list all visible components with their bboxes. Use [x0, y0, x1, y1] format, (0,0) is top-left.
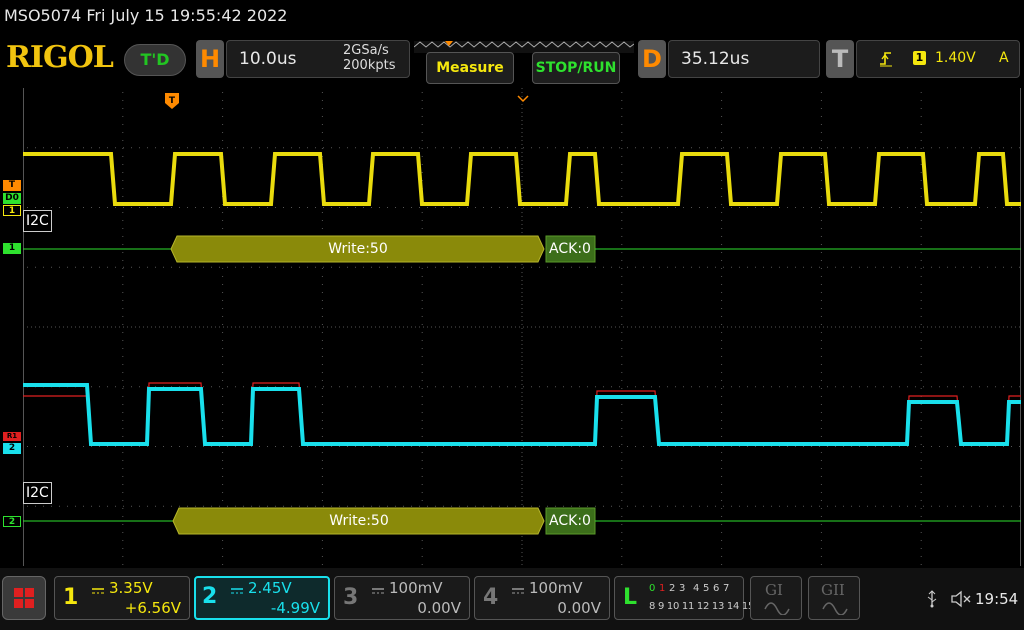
- generator1-label: GI: [765, 581, 783, 599]
- ref-marker[interactable]: R1: [3, 432, 21, 441]
- memory-depth: 200kpts: [343, 58, 396, 73]
- rigol-logo: RIGOL: [6, 40, 114, 75]
- dc-coupling-icon: [91, 581, 105, 600]
- d0-marker[interactable]: D0: [3, 193, 21, 204]
- ch3-settings[interactable]: 3 100mV 0.00V: [334, 576, 470, 620]
- sine-wave-icon: [822, 602, 848, 615]
- ch2-trace: [23, 383, 1021, 446]
- ch2-settings[interactable]: 2 2.45V -4.99V: [194, 576, 330, 620]
- horizontal-menu-button[interactable]: H: [196, 40, 224, 78]
- trigger-panel[interactable]: 1 1.40V A: [856, 40, 1020, 78]
- decode1-bus-label: I2C: [23, 210, 52, 232]
- ch1-scale: 3.35V: [109, 579, 153, 597]
- logic-channel-4: 4: [693, 583, 700, 594]
- logic-channels-row2: 8 9 10 11 12 13 14 15: [649, 601, 755, 612]
- trigger-source-badge: 1: [913, 51, 926, 65]
- dc-coupling-icon: [371, 581, 385, 600]
- ch1-offset: +6.56V: [124, 599, 181, 617]
- trigger-t-icon: T: [165, 93, 179, 109]
- ch4-number: 4: [483, 585, 499, 610]
- ch2-offset: -4.99V: [270, 599, 320, 617]
- generator2-label: GII: [821, 581, 845, 599]
- model-datetime: MSO5074 Fri July 15 19:55:42 2022: [4, 6, 288, 25]
- ch1-number: 1: [63, 585, 79, 610]
- speaker-muted-icon[interactable]: [950, 590, 972, 612]
- delay-menu-button[interactable]: D: [638, 40, 666, 78]
- logic-active-channels: 0: [649, 583, 656, 594]
- ch3-number: 3: [343, 585, 359, 610]
- ch1-trace: [23, 152, 1021, 206]
- measure-button[interactable]: Measure: [426, 52, 514, 84]
- dc-coupling-icon: [511, 581, 525, 600]
- trigger-level-marker[interactable]: T: [3, 180, 21, 191]
- delay-panel[interactable]: 35.12us: [668, 40, 820, 78]
- usb-icon: [926, 590, 938, 612]
- trigger-mode: A: [999, 50, 1009, 66]
- decode2-bus-label: I2C: [23, 482, 52, 504]
- logic-letter: L: [623, 585, 638, 610]
- decode1-marker[interactable]: 1: [3, 243, 21, 254]
- title-bar: MSO5074 Fri July 15 19:55:42 2022: [0, 0, 1024, 32]
- svg-text:T: T: [169, 96, 176, 106]
- main-menu-button[interactable]: [2, 576, 46, 620]
- sample-rate: 2GSa/s: [343, 43, 389, 58]
- stop-run-button[interactable]: STOP/RUN: [532, 52, 620, 84]
- ch1-settings[interactable]: 1 3.35V +6.56V: [54, 576, 190, 620]
- logic-channel-6: 6: [713, 583, 720, 594]
- ch4-scale: 100mV: [529, 579, 583, 597]
- delay-value: 35.12us: [681, 49, 750, 69]
- decode1-packet-write[interactable]: Write:50: [172, 240, 544, 258]
- trigger-level: 1.40V: [935, 50, 976, 66]
- ch2-number: 2: [202, 584, 218, 609]
- waveform-traces: [23, 152, 1021, 535]
- dc-coupling-icon: [230, 581, 244, 600]
- logic-channel-2: 2: [669, 583, 676, 594]
- ch4-settings[interactable]: 4 100mV 0.00V: [474, 576, 610, 620]
- menu-grid-icon: [14, 588, 34, 608]
- trigger-time-marker[interactable]: T: [165, 93, 179, 113]
- ch3-offset: 0.00V: [417, 599, 461, 617]
- center-marker-icon: [517, 88, 529, 107]
- logic-channel-3: 3: [679, 583, 686, 594]
- decode2-marker[interactable]: 2: [3, 516, 21, 527]
- ref-trace: [23, 382, 1021, 445]
- generator2-button[interactable]: GII: [808, 576, 860, 620]
- horizontal-panel[interactable]: 10.0us 2GSa/s 200kpts: [226, 40, 410, 78]
- ch1-marker[interactable]: 1: [3, 205, 21, 216]
- logic-channel-7: 7: [723, 583, 730, 594]
- decode1-packet-ack[interactable]: ACK:0: [545, 240, 595, 258]
- ch4-offset: 0.00V: [557, 599, 601, 617]
- logic-analyzer-settings[interactable]: L 0 1 2 3 4 5 6 7 8 9 10 11 12 13 14 15: [614, 576, 754, 620]
- generator1-button[interactable]: GI: [750, 576, 802, 620]
- decode2-packet-ack[interactable]: ACK:0: [545, 512, 595, 530]
- ch2-scale: 2.45V: [248, 579, 292, 597]
- ch3-scale: 100mV: [389, 579, 443, 597]
- logic-channel-5: 5: [703, 583, 710, 594]
- ch2-marker[interactable]: 2: [3, 443, 21, 454]
- clock: 19:54: [975, 590, 1019, 608]
- trigger-status-badge[interactable]: T'D: [124, 44, 186, 76]
- logic-active-channel-1: 1: [659, 583, 666, 594]
- timebase-value: 10.0us: [239, 49, 297, 69]
- sine-wave-icon: [764, 602, 790, 615]
- decode2-packet-write[interactable]: Write:50: [174, 512, 544, 530]
- trigger-menu-button[interactable]: T: [826, 40, 854, 78]
- rising-edge-icon: [879, 50, 893, 72]
- trigger-position-strip: [413, 38, 635, 53]
